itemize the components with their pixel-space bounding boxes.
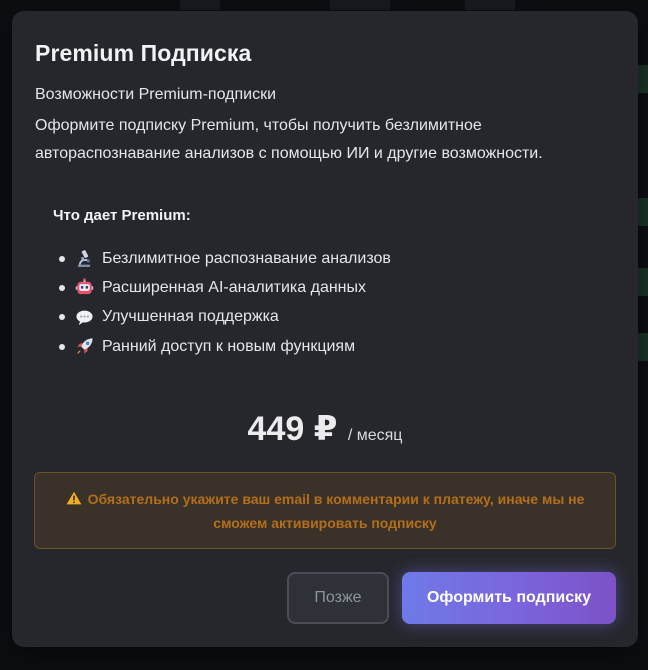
microscope-icon [77, 250, 91, 268]
price-period: / месяц [347, 427, 403, 444]
benefit-item: Безлимитное распознавание анализов [59, 244, 391, 273]
bullet [59, 255, 65, 262]
dialog-title: Premium Подписка [35, 40, 252, 66]
benefit-label: Расширенная AI-аналитика данных [102, 278, 367, 296]
bullet [59, 314, 65, 321]
backdrop-decoration [465, 0, 515, 10]
rocket-icon [76, 338, 93, 355]
later-button-label: Позже [314, 589, 362, 606]
bullet [59, 343, 65, 350]
price: 449 ₽ / месяц [12, 409, 638, 449]
backdrop-decoration [180, 0, 220, 10]
benefits-list: Безлимитное распознавание анализов Расши… [59, 244, 391, 361]
benefit-label: Улучшенная поддержка [102, 308, 279, 326]
benefit-label: Ранний доступ к новым функциям [102, 337, 356, 355]
speech-bubble-icon [76, 310, 93, 325]
price-amount: 449 ₽ [247, 410, 338, 448]
later-button[interactable]: Позже [287, 572, 389, 624]
benefit-item: Расширенная AI-аналитика данных [59, 273, 391, 302]
subscribe-button[interactable]: Оформить подписку [402, 572, 616, 624]
premium-dialog: Premium Подписка Возможности Premium-под… [12, 11, 638, 647]
email-warning: Обязательно укажите ваш email в коммента… [34, 472, 616, 549]
warning-text: Обязательно укажите ваш email в коммента… [87, 490, 585, 531]
warning-message: Обязательно укажите ваш email в коммента… [65, 487, 585, 535]
benefits-heading: Что дает Premium: [53, 207, 191, 224]
backdrop-decoration [330, 0, 390, 10]
benefit-label: Безлимитное распознавание анализов [102, 249, 391, 267]
subscribe-button-label: Оформить подписку [426, 589, 592, 606]
benefit-item: Улучшенная поддержка [59, 303, 391, 332]
warning-icon [66, 491, 81, 504]
dialog-subtitle: Возможности Premium-подписки [35, 86, 277, 103]
benefit-item: Ранний доступ к новым функциям [59, 332, 391, 361]
robot-icon [75, 278, 94, 295]
bullet [59, 284, 65, 291]
dialog-description: Оформите подписку Premium, чтобы получит… [35, 117, 543, 162]
